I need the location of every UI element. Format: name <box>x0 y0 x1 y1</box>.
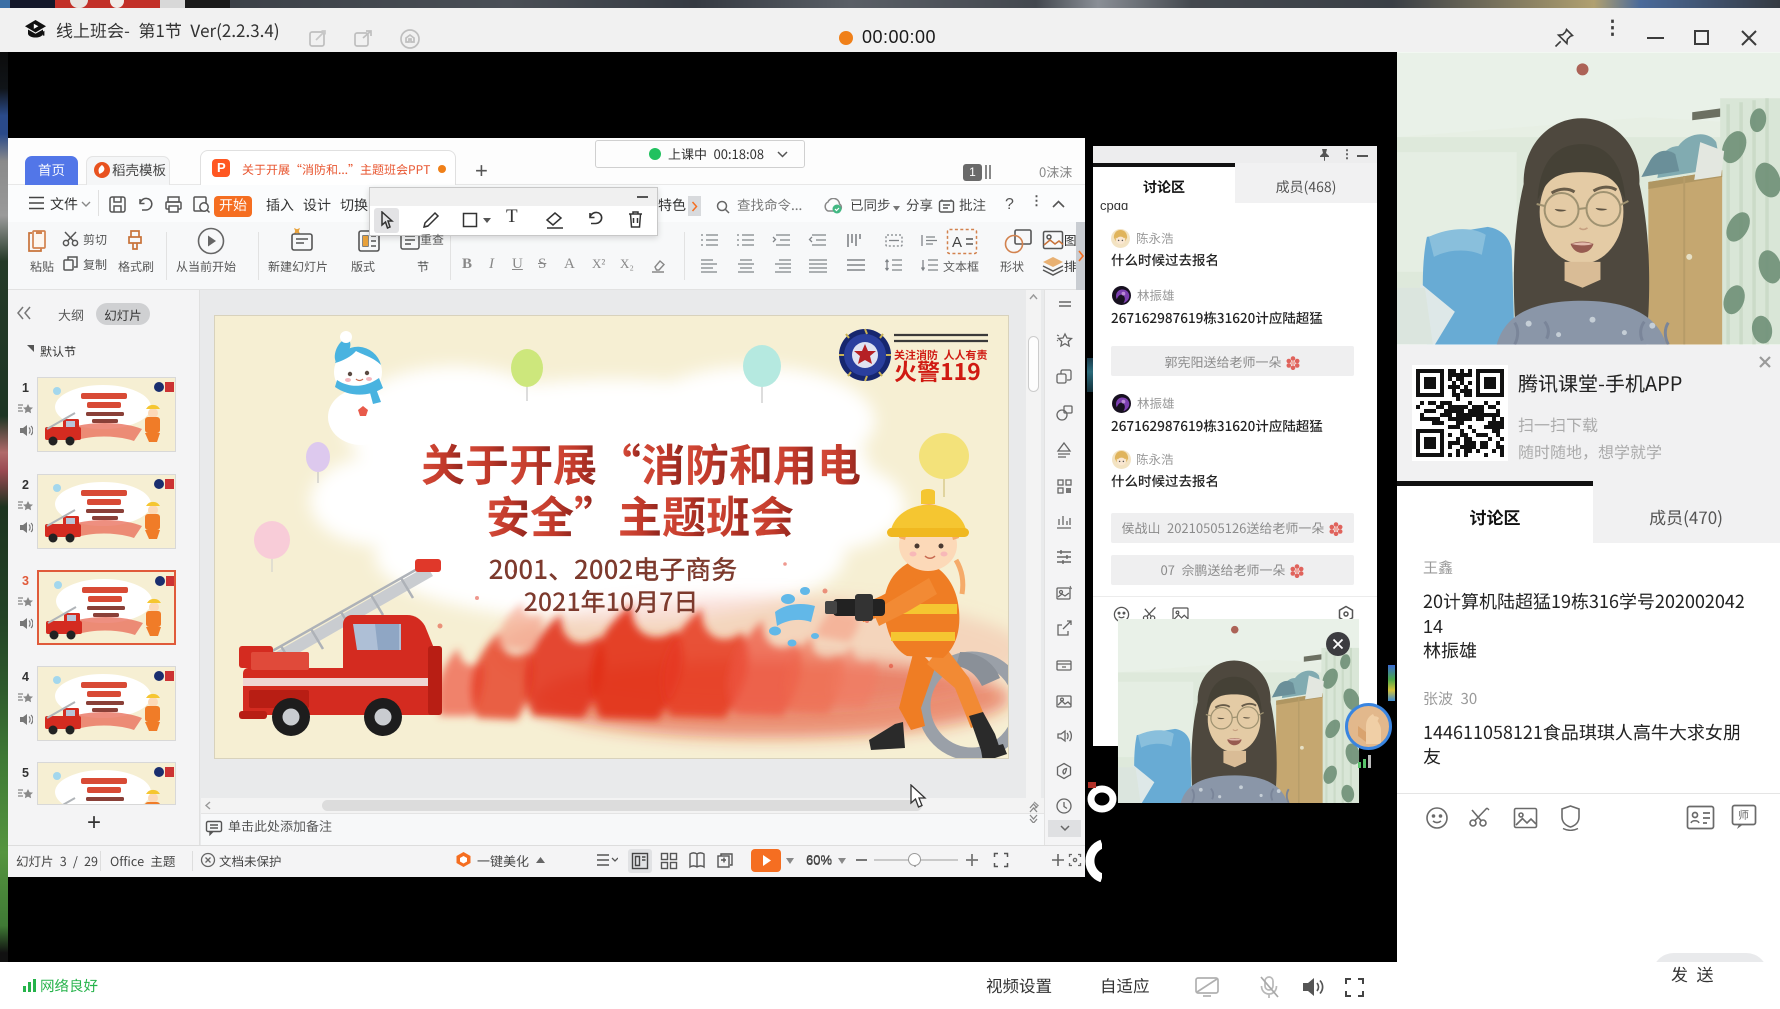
svg-text:A: A <box>952 234 962 251</box>
